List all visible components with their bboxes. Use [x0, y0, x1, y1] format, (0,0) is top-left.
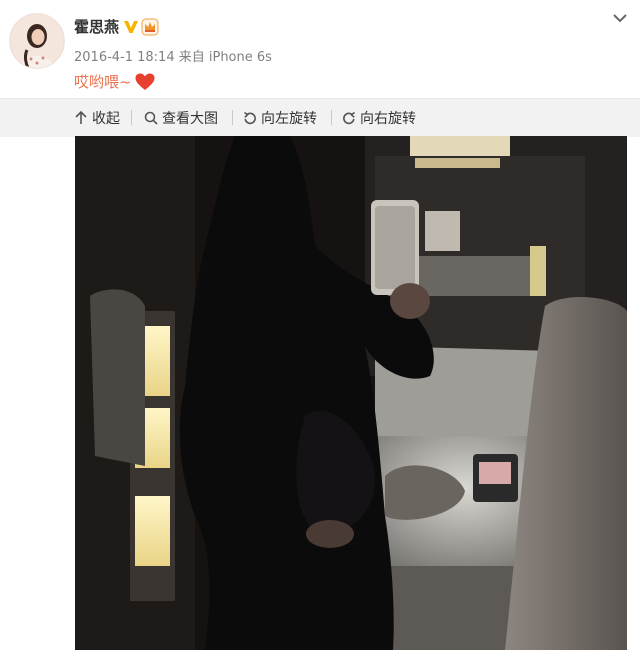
caption-text: 哎哟喂~ — [74, 73, 132, 91]
rotate-left-button[interactable]: 向左旋转 — [243, 108, 317, 128]
username[interactable]: 霍思燕 — [74, 16, 119, 37]
post-meta: 2016-4-1 18:14 来自 iPhone 6s — [74, 50, 272, 65]
post-caption: 哎哟喂~ — [74, 71, 155, 92]
search-icon — [144, 111, 158, 125]
view-large-label: 查看大图 — [162, 111, 218, 127]
heart-icon — [135, 73, 155, 90]
toolbar-divider — [131, 110, 132, 125]
post-photo[interactable] — [75, 136, 627, 650]
verified-v-icon[interactable] — [123, 19, 139, 35]
rotate-left-icon — [244, 111, 256, 125]
collapse-button[interactable]: 收起 — [74, 108, 120, 128]
toolbar-divider — [232, 110, 233, 125]
arrow-up-icon — [75, 111, 87, 124]
badges — [123, 18, 159, 36]
rotate-right-button[interactable]: 向右旋转 — [342, 108, 416, 128]
avatar-image — [10, 14, 64, 68]
toolbar-divider — [331, 110, 332, 125]
crown-icon[interactable] — [141, 18, 159, 36]
image-toolbar: 收起 查看大图 向左旋转 向右旋转 — [0, 98, 640, 137]
rotate-right-icon — [343, 111, 355, 125]
collapse-label: 收起 — [92, 111, 120, 127]
mirror-selfie-image — [75, 136, 627, 650]
rotate-left-label: 向左旋转 — [261, 111, 317, 127]
post-header: 霍思燕 2016-4-1 18:14 来自 iPhone 6s 哎哟喂~ — [0, 0, 640, 98]
view-large-button[interactable]: 查看大图 — [144, 108, 218, 128]
rotate-right-label: 向右旋转 — [360, 111, 416, 127]
avatar[interactable] — [9, 13, 65, 69]
chevron-down-icon[interactable] — [612, 12, 628, 24]
